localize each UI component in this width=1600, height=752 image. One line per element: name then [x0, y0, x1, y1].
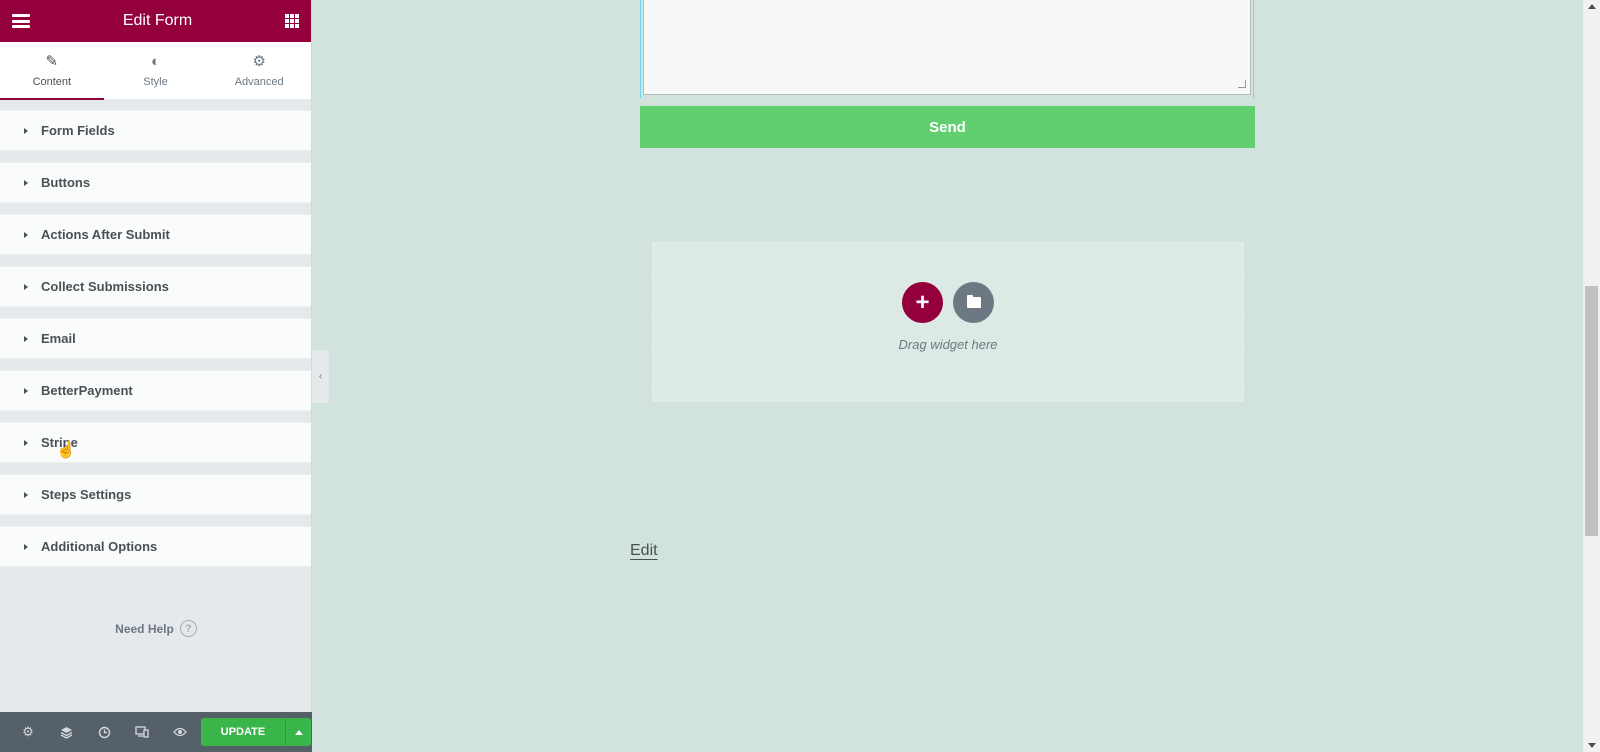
tab-label: Advanced: [234, 75, 284, 88]
tab-content[interactable]: ✎ Content: [0, 42, 104, 100]
caret-right-icon: [24, 283, 28, 290]
panel-title: Edit Form: [122, 12, 193, 29]
tab-style[interactable]: ◐ Style: [104, 42, 208, 99]
editor-panel: Edit Form ✎ Content ◐ Style ⚙ Advanced F…: [0, 0, 312, 752]
caret-right-icon: [24, 491, 28, 498]
gear-icon: ⚙: [252, 52, 266, 70]
section-actions-after-submit[interactable]: Actions After Submit: [0, 214, 311, 255]
panel-tabs: ✎ Content ◐ Style ⚙ Advanced: [0, 42, 311, 100]
dropzone-hint: Drag widget here: [898, 337, 998, 352]
page-scrollbar[interactable]: [1583, 0, 1600, 752]
chevron-left-icon: ‹: [318, 371, 323, 382]
textarea-field-wrapper: [640, 0, 1254, 98]
need-help-link[interactable]: Need Help ?: [0, 620, 312, 637]
resize-grip-icon[interactable]: [1238, 80, 1246, 88]
section-label: Email: [41, 331, 76, 346]
caret-right-icon: [24, 387, 28, 394]
widgets-grid-icon[interactable]: [285, 14, 299, 28]
caret-right-icon: [24, 231, 28, 238]
section-label: Actions After Submit: [41, 227, 170, 242]
caret-up-icon: [294, 729, 303, 735]
widget-dropzone[interactable]: + Drag widget here: [652, 242, 1244, 402]
edit-link[interactable]: Edit: [630, 542, 658, 560]
update-button[interactable]: UPDATE: [201, 718, 285, 746]
question-circle-icon: ?: [179, 620, 197, 637]
section-additional-options[interactable]: Additional Options: [0, 526, 311, 567]
scroll-down-icon[interactable]: [1588, 743, 1596, 748]
section-label: Form Fields: [41, 123, 115, 138]
section-email[interactable]: Email: [0, 318, 311, 359]
caret-right-icon: [24, 127, 28, 134]
need-help-label: Need Help: [115, 621, 174, 636]
tab-advanced[interactable]: ⚙ Advanced: [207, 42, 311, 99]
message-textarea[interactable]: [643, 0, 1251, 95]
section-label: BetterPayment: [41, 383, 133, 398]
section-stripe[interactable]: Stripe: [0, 422, 311, 463]
panel-footer: ⚙ UPDATE: [0, 712, 312, 752]
eye-icon[interactable]: [161, 712, 199, 752]
section-betterpayment[interactable]: BetterPayment: [0, 370, 311, 411]
settings-icon[interactable]: ⚙: [9, 712, 47, 752]
section-label: Steps Settings: [41, 487, 132, 502]
dropzone-buttons: +: [902, 282, 994, 323]
add-template-button[interactable]: [953, 282, 994, 323]
section-steps-settings[interactable]: Steps Settings: [0, 474, 311, 515]
scroll-thumb[interactable]: [1585, 286, 1598, 536]
layers-icon[interactable]: [47, 712, 85, 752]
section-buttons[interactable]: Buttons: [0, 162, 311, 203]
caret-right-icon: [24, 179, 28, 186]
section-label: Collect Submissions: [41, 279, 169, 294]
menu-icon[interactable]: [12, 14, 30, 28]
scroll-up-icon[interactable]: [1588, 4, 1596, 9]
add-section-button[interactable]: +: [902, 282, 943, 323]
section-label: Stripe: [41, 435, 78, 450]
caret-right-icon: [24, 439, 28, 446]
section-form-fields[interactable]: Form Fields: [0, 110, 311, 151]
tab-label: Content: [32, 75, 72, 88]
caret-right-icon: [24, 335, 28, 342]
plus-icon: +: [915, 288, 930, 316]
section-label: Additional Options: [41, 539, 158, 554]
panel-header: Edit Form: [0, 0, 311, 42]
send-button[interactable]: Send: [640, 106, 1255, 148]
update-options-button[interactable]: [285, 718, 311, 746]
section-collect-submissions[interactable]: Collect Submissions: [0, 266, 311, 307]
panel-collapse-handle[interactable]: ‹: [312, 350, 329, 403]
folder-icon: [966, 295, 981, 308]
section-label: Buttons: [41, 175, 91, 190]
pencil-icon: ✎: [45, 52, 59, 70]
tab-label: Style: [143, 75, 168, 88]
caret-right-icon: [24, 543, 28, 550]
history-icon[interactable]: [85, 712, 123, 752]
section-list: Form Fields Buttons Actions After Submit…: [0, 100, 311, 567]
half-circle-icon: ◐: [150, 52, 161, 70]
responsive-icon[interactable]: [123, 712, 161, 752]
